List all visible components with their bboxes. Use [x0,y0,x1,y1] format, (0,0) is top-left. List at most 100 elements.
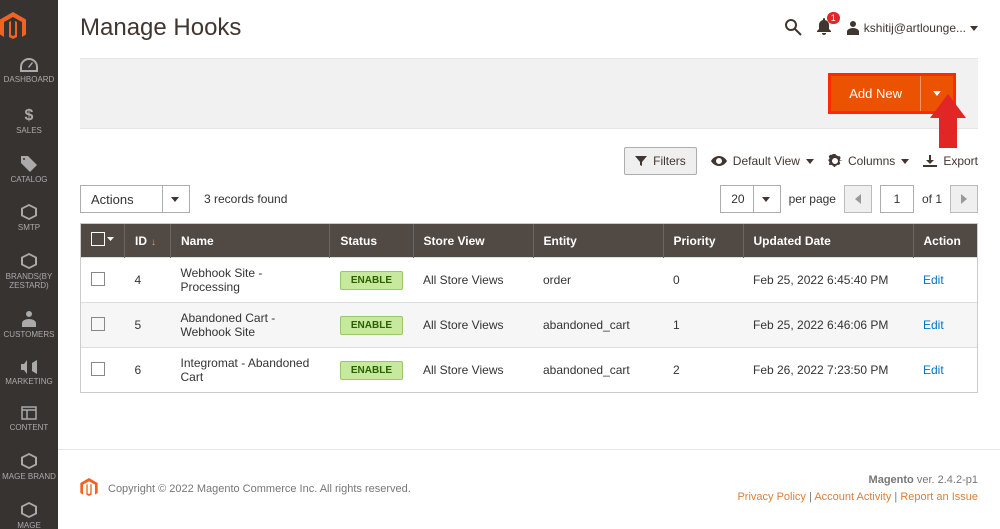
filters-label: Filters [653,154,686,168]
caret-down-icon [753,186,770,212]
copyright-text: Copyright © 2022 Magento Commerce Inc. A… [108,483,411,495]
admin-sidebar: DASHBOARD $ SALES CATALOG SMTP BRANDS(BY… [0,0,58,529]
hex-icon [21,204,37,220]
caret-down-icon [806,159,814,164]
search-icon[interactable] [784,18,802,39]
nav-label: SALES [16,127,42,136]
magento-logo [0,6,58,48]
nav-label: MAGE BRAND [2,473,56,482]
columns-label: Columns [848,154,895,168]
cell-name: Integromat - Abandoned Cart [171,348,330,393]
table-row[interactable]: 5 Abandoned Cart - Webhook Site ENABLE A… [81,303,977,348]
nav-smtp[interactable]: SMTP [0,194,58,243]
col-name[interactable]: Name [171,224,330,258]
filters-button[interactable]: Filters [624,147,697,175]
cell-id: 6 [125,348,171,393]
gauge-icon [20,58,38,72]
gear-icon [828,154,842,168]
privacy-link[interactable]: Privacy Policy [737,491,805,503]
status-badge: ENABLE [340,271,403,290]
nav-marketing[interactable]: MARKETING [0,350,58,397]
col-updated[interactable]: Updated Date [743,224,913,258]
dollar-icon: $ [23,105,35,123]
col-priority[interactable]: Priority [663,224,743,258]
sort-down-icon: ↓ [151,237,156,248]
nav-mage-brand[interactable]: MAGE BRAND [0,443,58,492]
chevron-left-icon [855,194,861,204]
product-name: Magento [869,474,914,486]
nav-brands-zestard[interactable]: BRANDS(BY ZESTARD) [0,243,58,301]
table-row[interactable]: 6 Integromat - Abandoned Cart ENABLE All… [81,348,977,393]
megaphone-icon [21,360,37,374]
nav-content[interactable]: CONTENT [0,396,58,443]
mass-actions-label: Actions [91,192,134,207]
col-id[interactable]: ID↓ [125,224,171,258]
row-checkbox[interactable] [91,317,105,331]
report-issue-link[interactable]: Report an Issue [900,491,978,503]
cell-store-view: All Store Views [413,258,533,303]
col-entity[interactable]: Entity [533,224,663,258]
per-page-label: per page [789,192,836,206]
user-menu[interactable]: kshitij@artlounge... [846,21,978,35]
caret-down-icon [162,186,179,212]
col-checkbox[interactable] [81,224,125,258]
cell-entity: abandoned_cart [533,303,663,348]
svg-text:$: $ [25,107,34,123]
nav-label: SMTP [18,224,40,233]
nav-catalog[interactable]: CATALOG [0,146,58,195]
row-checkbox[interactable] [91,272,105,286]
funnel-icon [635,156,647,166]
add-new-label: Add New [831,76,920,111]
default-view-label: Default View [733,154,800,168]
table-row[interactable]: 4 Webhook Site - Processing ENABLE All S… [81,258,977,303]
col-action: Action [913,224,977,258]
account-activity-link[interactable]: Account Activity [814,491,891,503]
export-label: Export [943,154,978,168]
cell-priority: 2 [663,348,743,393]
prev-page-button[interactable] [844,185,872,213]
nav-label: CUSTOMERS [4,331,55,340]
col-status[interactable]: Status [330,224,413,258]
notification-badge: 1 [827,12,840,24]
cell-entity: order [533,258,663,303]
notifications-button[interactable]: 1 [816,18,832,39]
nav-label: MAGE CATEGORY [2,522,56,529]
callout-arrow [930,94,966,148]
nav-sales[interactable]: $ SALES [0,95,58,146]
nav-dashboard[interactable]: DASHBOARD [0,48,58,95]
nav-label: BRANDS(BY ZESTARD) [2,273,56,291]
col-store-view[interactable]: Store View [413,224,533,258]
nav-customers[interactable]: CUSTOMERS [0,301,58,350]
user-icon [846,21,860,35]
hex-icon [21,502,37,518]
product-version: ver. 2.4.2-p1 [917,474,978,486]
nav-mage-category[interactable]: MAGE CATEGORY [0,492,58,529]
user-label: kshitij@artlounge... [864,21,966,35]
person-icon [22,311,36,327]
cell-entity: abandoned_cart [533,348,663,393]
cell-id: 4 [125,258,171,303]
download-icon [923,155,937,167]
chevron-right-icon [961,194,967,204]
row-checkbox[interactable] [91,362,105,376]
nav-label: DASHBOARD [4,76,55,85]
hooks-table: ID↓ Name Status Store View Entity Priori… [81,224,977,392]
nav-label: CONTENT [10,424,49,433]
nav-label: MARKETING [5,378,53,387]
caret-down-icon [901,159,909,164]
default-view-menu[interactable]: Default View [711,154,814,168]
columns-menu[interactable]: Columns [828,154,909,168]
current-page-input[interactable]: 1 [880,185,914,213]
nav-label: CATALOG [10,176,47,185]
page-title: Manage Hooks [80,14,784,42]
of-pages-label: of 1 [922,192,942,206]
edit-link[interactable]: Edit [923,363,944,377]
next-page-button[interactable] [950,185,978,213]
magento-logo-small [80,478,98,501]
edit-link[interactable]: Edit [923,318,944,332]
mass-actions-select[interactable]: Actions [80,185,190,213]
page-size-value: 20 [731,192,744,206]
edit-link[interactable]: Edit [923,273,944,287]
page-size-select[interactable]: 20 [720,185,780,213]
export-menu[interactable]: Export [923,154,978,168]
